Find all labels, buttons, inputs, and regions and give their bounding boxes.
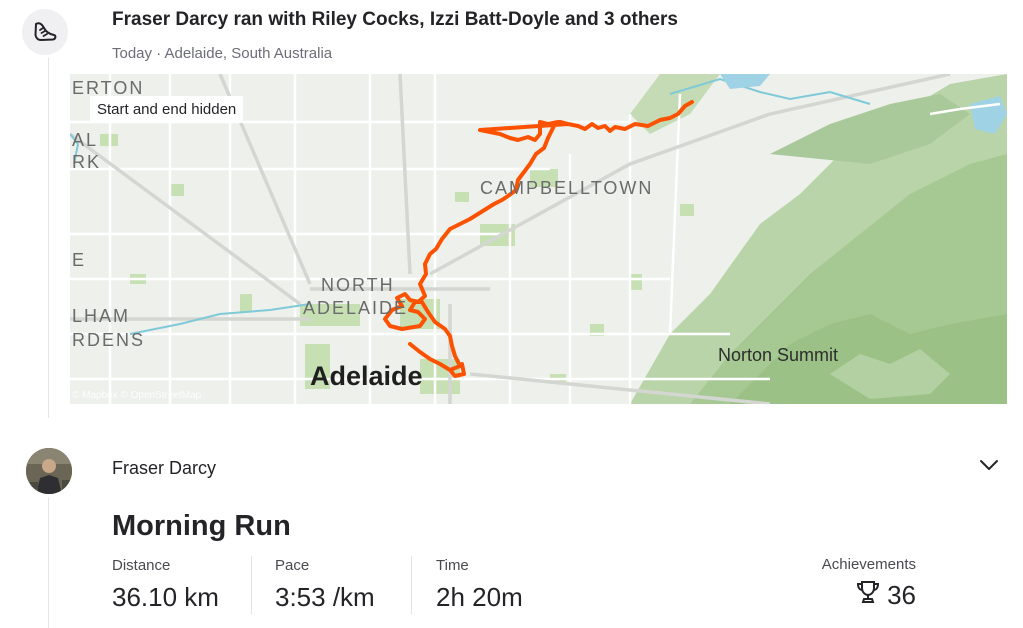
chevron-down-icon[interactable] [978,454,1000,481]
running-shoe-icon [22,9,68,55]
map-attribution[interactable]: © Mapbox © OpenStreetMap [72,390,201,401]
stat-value: 3:53 /km [275,582,375,612]
trophy-icon [855,579,881,612]
feed-timeline-line [48,58,49,418]
map-label: ERTON [72,78,145,98]
achievements-count: 36 [887,580,916,610]
map-label-adelaide: Adelaide [310,361,423,391]
athlete-name[interactable]: Fraser Darcy [112,458,216,479]
stat-distance: Distance 36.10 km [112,557,219,613]
privacy-zone-tag: Start and end hidden [90,96,244,123]
map-label: RDENS [72,330,146,350]
group-activity-title[interactable]: Fraser Darcy ran with Riley Cocks, Izzi … [112,9,678,31]
map-label-north: NORTH [321,275,395,295]
activity-date-location: Today · Adelaide, South Australia [112,45,333,62]
route-map[interactable]: Start and end hidden ERTON AL RK E LHAM … [70,74,1007,404]
stat-label: Pace [275,557,310,574]
stat-achievements[interactable]: Achievements 36 [822,556,916,612]
athlete-avatar[interactable] [26,448,72,494]
stat-label: Distance [112,557,171,574]
map-label-norton-summit: Norton Summit [718,345,839,365]
map-label: AL [72,130,99,150]
map-label: E [72,250,87,270]
map-label-campbelltown: CAMPBELLTOWN [480,178,654,198]
feed-timeline-line [48,498,49,628]
stat-divider [411,556,412,614]
activity-title[interactable]: Morning Run [112,510,291,543]
stat-pace: Pace 3:53 /km [275,557,375,613]
stat-time: Time 2h 20m [436,557,523,613]
stat-value: 2h 20m [436,582,523,612]
stat-value: 36.10 km [112,582,219,612]
stat-divider [251,556,252,614]
map-label: RK [72,152,102,172]
map-label-north-adelaide: ADELAIDE [303,298,409,318]
stat-label: Time [436,557,469,574]
map-background [70,74,1007,404]
map-label: LHAM [72,306,131,326]
stat-label: Achievements [821,556,916,573]
achievements-value-row: 36 [822,579,916,612]
